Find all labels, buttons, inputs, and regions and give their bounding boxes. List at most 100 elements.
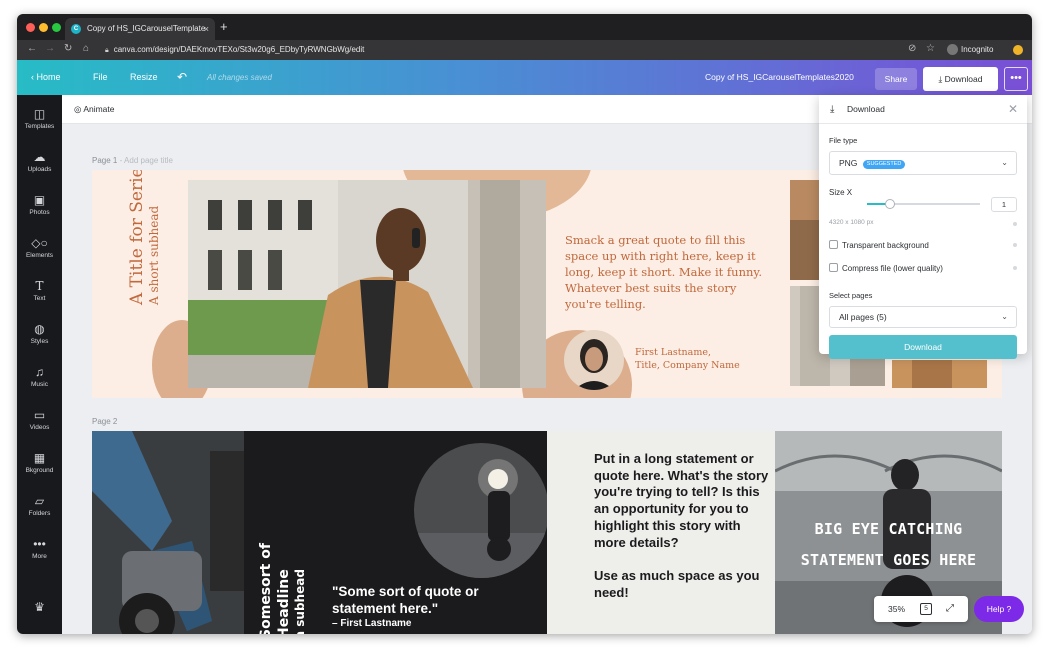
- file-type-select[interactable]: PNG SUGGESTED ⌄: [829, 151, 1017, 175]
- home-icon[interactable]: ⌂: [83, 43, 89, 54]
- page-1-author[interactable]: First Lastname, Title, Company Name: [635, 346, 740, 372]
- size-slider[interactable]: [867, 199, 980, 209]
- new-tab-icon[interactable]: +: [220, 19, 228, 34]
- series-title[interactable]: A Title for Series A short subhead: [127, 170, 162, 305]
- sidebar-item-templates[interactable]: ◫ Templates: [17, 107, 62, 130]
- statement-extra: Use as much space as you need!: [594, 567, 760, 600]
- compress-file-checkbox[interactable]: [829, 263, 838, 272]
- author-name: First Lastname,: [635, 347, 711, 358]
- author-avatar[interactable]: [564, 330, 624, 390]
- page-2-headline-text: Somesort of Headline: [258, 543, 292, 634]
- side-photo-bottom-right[interactable]: [892, 360, 987, 388]
- pro-feature-icon: [1013, 222, 1017, 226]
- page-2-headline[interactable]: Somesort of Headline a subhead: [257, 469, 308, 634]
- download-button[interactable]: ⤓ Download: [923, 67, 998, 91]
- sidebar-item-label: Uploads: [27, 166, 52, 173]
- browser-tab[interactable]: C Copy of HS_IGCarouselTemplate ×: [65, 18, 215, 40]
- document-title[interactable]: Copy of HS_IGCarouselTemplates2020: [705, 60, 854, 95]
- back-arrow-icon[interactable]: ←: [27, 43, 37, 54]
- forward-arrow-icon[interactable]: →: [45, 43, 55, 54]
- close-window-icon[interactable]: [26, 23, 35, 32]
- home-button[interactable]: ‹ Home: [31, 60, 61, 95]
- canva-favicon-icon: C: [71, 24, 81, 34]
- download-icon: ⤓: [830, 104, 835, 115]
- statement-body: Put in a long statement or quote here. W…: [594, 451, 769, 550]
- tab-close-icon[interactable]: ×: [204, 18, 209, 40]
- more-options-button[interactable]: •••: [1004, 67, 1028, 91]
- sidebar-item-text[interactable]: T Text: [17, 279, 62, 302]
- page-1-number: Page 1: [92, 156, 118, 165]
- download-panel-header: ⤓ Download ✕: [819, 95, 1027, 124]
- select-pages-dropdown[interactable]: All pages (5) ⌄: [829, 306, 1017, 328]
- home-label: Home: [36, 72, 61, 82]
- statement-text[interactable]: Put in a long statement or quote here. W…: [594, 451, 769, 601]
- editor-toolbar: ‹ Home File Resize ↶ All changes saved C…: [17, 60, 1032, 95]
- author-title: Title, Company Name: [635, 360, 740, 371]
- zoom-level[interactable]: 35%: [888, 596, 905, 622]
- sidebar-item-background[interactable]: ▦ Bkground: [17, 451, 62, 474]
- file-menu-button[interactable]: File: [93, 60, 108, 95]
- sidebar-item-photos[interactable]: ▣ Photos: [17, 193, 62, 216]
- transparent-background-checkbox[interactable]: [829, 240, 838, 249]
- undo-icon[interactable]: ↶: [177, 60, 187, 95]
- page-1-label[interactable]: Page 1 - Add page title: [92, 156, 173, 165]
- download-panel-title: Download: [847, 104, 885, 114]
- suggested-badge: SUGGESTED: [862, 160, 906, 169]
- big-statement-text[interactable]: BIG EYE CATCHING STATEMENT GOES HERE: [775, 514, 1002, 576]
- save-status: All changes saved: [207, 73, 272, 82]
- bookmark-star-icon[interactable]: ☆: [926, 43, 935, 54]
- sidebar-item-folders[interactable]: ▱ Folders: [17, 494, 62, 517]
- page-2-quote-text: "Some sort of quote or statement here.": [332, 584, 479, 616]
- sidebar-item-label: Styles: [30, 338, 49, 345]
- page-2[interactable]: Somesort of Headline a subhead "Some sor…: [92, 431, 1002, 634]
- url-field[interactable]: 🔒︎ canva.com/design/DAEKmovTEXo/St3w20g6_…: [105, 43, 935, 57]
- compress-file-option[interactable]: Compress file (lower quality): [829, 263, 943, 274]
- page-grid-icon[interactable]: 5: [920, 603, 932, 615]
- minimize-window-icon[interactable]: [39, 23, 48, 32]
- sidebar-item-music[interactable]: ♫ Music: [17, 365, 62, 388]
- page-2-quote[interactable]: "Some sort of quote or statement here." …: [332, 583, 532, 631]
- businessman-photo[interactable]: [188, 180, 546, 388]
- night-rider-circle-photo[interactable]: [414, 443, 549, 578]
- file-type-label: File type: [829, 136, 858, 145]
- fullscreen-icon[interactable]: ⤢: [946, 596, 954, 622]
- series-title-text: A Title for Series: [127, 170, 147, 305]
- animate-icon: ◎: [74, 104, 84, 114]
- lock-icon: 🔒︎: [105, 47, 109, 54]
- transparent-background-label: Transparent background: [842, 241, 929, 250]
- transparent-background-option[interactable]: Transparent background: [829, 240, 929, 251]
- author-avatar-art: [564, 330, 624, 390]
- sidebar-item-elements[interactable]: ◇○ Elements: [17, 236, 62, 259]
- pro-feature-icon: [1013, 243, 1017, 247]
- help-button[interactable]: Help ?: [974, 596, 1024, 622]
- share-button[interactable]: Share: [875, 68, 917, 90]
- size-input[interactable]: 1: [991, 197, 1017, 212]
- page-2-label[interactable]: Page 2: [92, 417, 117, 426]
- sidebar-item-videos[interactable]: ▭ Videos: [17, 408, 62, 431]
- motorcycle-rider-photo-art: [92, 431, 244, 634]
- panel-download-button[interactable]: Download: [829, 335, 1017, 359]
- side-photo-top[interactable]: [790, 180, 820, 280]
- page-1-title-hint[interactable]: - Add page title: [120, 156, 173, 165]
- page-1-quote[interactable]: Smack a great quote to fill this space u…: [565, 232, 765, 312]
- incognito-indicator[interactable]: Incognito: [947, 43, 993, 57]
- reload-icon[interactable]: ↻: [64, 43, 72, 54]
- motorcycle-rider-photo[interactable]: [92, 431, 244, 634]
- sidebar-item-uploads[interactable]: ☁ Uploads: [17, 150, 62, 173]
- sidebar-item-more[interactable]: ••• More: [17, 537, 62, 560]
- sidebar-item-pro[interactable]: ♛: [17, 600, 62, 615]
- statement-panel[interactable]: Put in a long statement or quote here. W…: [547, 431, 775, 634]
- sidebar-item-styles[interactable]: ◍ Styles: [17, 322, 62, 345]
- profile-avatar-icon[interactable]: [1013, 45, 1023, 55]
- videos-icon: ▭: [33, 408, 46, 422]
- close-icon[interactable]: ✕: [1008, 95, 1018, 124]
- maximize-window-icon[interactable]: [52, 23, 61, 32]
- size-slider-handle[interactable]: [884, 199, 895, 209]
- select-pages-value: All pages (5): [839, 312, 887, 322]
- camera-off-icon[interactable]: ⊘: [908, 43, 916, 54]
- resize-button[interactable]: Resize: [130, 60, 158, 95]
- photos-icon: ▣: [33, 193, 46, 207]
- browser-address-bar: ← → ↻ ⌂ 🔒︎ canva.com/design/DAEKmovTEXo/S…: [17, 40, 1032, 60]
- animate-button[interactable]: ◎ Animate: [74, 95, 115, 124]
- chevron-down-icon: ⌄: [1001, 158, 1008, 167]
